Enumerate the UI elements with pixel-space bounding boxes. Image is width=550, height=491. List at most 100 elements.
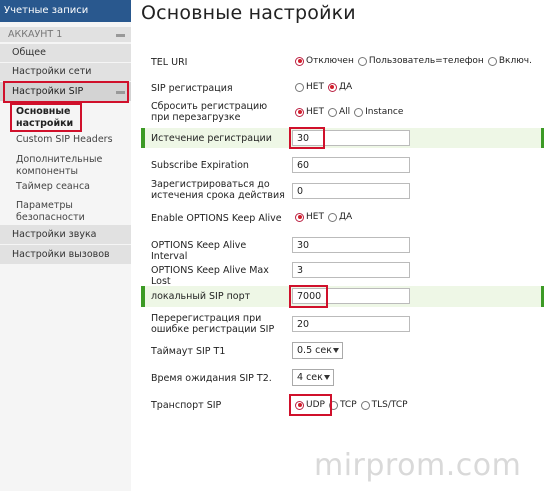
sidebar-item-network[interactable]: Настройки сети: [0, 63, 131, 81]
sidebar-item-audio[interactable]: Настройки звука: [0, 225, 131, 244]
sidebar-item-basic[interactable]: Основные настройки: [0, 106, 100, 130]
radio-label: All: [338, 107, 351, 117]
wait-t2-select[interactable]: 4 сек: [292, 369, 334, 386]
radio-button[interactable]: [295, 56, 304, 66]
radio-label: НЕТ: [306, 82, 324, 92]
row-options-interval: OPTIONS Keep Alive Interval 30: [141, 235, 544, 262]
sidebar-item-label: Параметры безопасности: [16, 200, 85, 223]
sip-registration-radio-group: НЕТ ДА: [295, 82, 356, 92]
radio-button[interactable]: [327, 212, 337, 222]
chevron-down-icon: [324, 375, 330, 380]
radio-button[interactable]: [360, 400, 370, 410]
radio-button[interactable]: [357, 56, 367, 66]
tel-uri-label: TEL URI: [151, 57, 188, 68]
chevron-down-icon: [333, 348, 339, 353]
radio-label: ДА: [338, 82, 353, 92]
radio-label: НЕТ: [306, 212, 324, 222]
radio-button[interactable]: [295, 400, 304, 410]
sidebar-item-sip[interactable]: Настройки SIP: [0, 82, 131, 101]
subscribe-expiration-label: Subscribe Expiration: [151, 160, 249, 171]
reregister-on-error-input[interactable]: 20: [292, 316, 410, 332]
sidebar-item-security[interactable]: Параметры безопасности: [0, 200, 100, 224]
transport-label: Транспорт SIP: [151, 400, 222, 411]
sidebar-item-label: Настройки SIP: [12, 86, 84, 97]
local-sip-port-input[interactable]: 7000: [292, 288, 410, 304]
radio-label: НЕТ: [306, 107, 324, 117]
sidebar-item-label: Основные настройки: [16, 106, 74, 129]
register-before-expiry-input[interactable]: 0: [292, 183, 410, 199]
radio-label: Пользователь=телефон: [368, 56, 484, 66]
sidebar-item-label: Таймер сеанса: [16, 181, 91, 192]
radio-label: Instance: [365, 107, 404, 117]
row-wait-t2: Время ожидания SIP T2. 4 сек: [141, 367, 544, 389]
radio-label: UDP: [306, 400, 325, 410]
page-title: Основные настройки: [141, 2, 356, 24]
row-tel-uri: TEL URI Отключен Пользователь=телефон Вк…: [141, 52, 544, 72]
sidebar-account-label: АККАУНТ 1: [8, 29, 63, 40]
sidebar-item-label: Настройки сети: [12, 66, 92, 77]
radio-label: TCP: [339, 400, 357, 410]
wait-t2-label: Время ожидания SIP T2.: [151, 373, 272, 384]
row-reregister-on-error: Перерегистрация при ошибке регистрации S…: [141, 311, 544, 337]
radio-button[interactable]: [354, 107, 364, 117]
radio-button[interactable]: [327, 107, 337, 117]
options-interval-input[interactable]: 30: [292, 237, 410, 253]
row-transport: Транспорт SIP UDP TCP TLS/TCP: [141, 395, 544, 417]
sidebar-item-label: Custom SIP Headers: [16, 134, 113, 145]
radio-button[interactable]: [295, 82, 304, 92]
radio-button[interactable]: [327, 82, 337, 92]
row-subscribe-expiration: Subscribe Expiration 60: [141, 155, 544, 175]
reg-expiration-input[interactable]: 30: [292, 130, 410, 146]
sidebar-header: Учетные записи: [0, 0, 131, 22]
radio-button[interactable]: [328, 400, 338, 410]
sidebar-item-label: Дополнительные компоненты: [16, 154, 103, 177]
sidebar-item-general[interactable]: Общее: [0, 44, 131, 62]
row-sip-registration: SIP регистрация НЕТ ДА: [141, 78, 544, 98]
reset-on-reboot-radio-group: НЕТ All Instance: [295, 107, 407, 117]
row-options-max-lost: OPTIONS Keep Alive Max Lost 3: [141, 260, 544, 287]
row-register-before-expiry: Зарегистрироваться до истечения срока де…: [141, 177, 544, 205]
transport-radio-group: UDP TCP TLS/TCP: [295, 400, 412, 410]
sidebar-account[interactable]: АККАУНТ 1: [0, 27, 131, 42]
row-local-sip-port: локальный SIP порт 7000: [141, 286, 544, 307]
radio-label: ДА: [338, 212, 353, 222]
radio-button[interactable]: [487, 56, 497, 66]
radio-button[interactable]: [295, 107, 304, 117]
reg-expiration-label: Истечение регистрации: [151, 133, 272, 144]
radio-button[interactable]: [295, 212, 304, 222]
radio-label: Отключен: [306, 56, 354, 66]
row-options-keepalive: Enable OPTIONS Keep Alive НЕТ ДА: [141, 208, 544, 228]
subscribe-expiration-input[interactable]: 60: [292, 157, 410, 173]
watermark: mirprom.com: [314, 448, 522, 483]
sip-registration-label: SIP регистрация: [151, 83, 233, 94]
sidebar-item-label: Настройки звука: [12, 229, 97, 240]
register-before-expiry-label: Зарегистрироваться до истечения срока де…: [151, 179, 285, 201]
collapse-icon[interactable]: [116, 90, 125, 94]
radio-label: Включ.: [498, 56, 532, 66]
options-interval-label: OPTIONS Keep Alive Interval: [151, 240, 247, 262]
collapse-icon[interactable]: [116, 33, 125, 37]
sidebar-item-session-timer[interactable]: Таймер сеанса: [0, 181, 131, 195]
sidebar-item-calls[interactable]: Настройки вызовов: [0, 245, 131, 264]
row-timeout-t1: Таймаут SIP T1 0.5 сек: [141, 340, 544, 362]
timeout-t1-select[interactable]: 0.5 сек: [292, 342, 343, 359]
reset-on-reboot-label: Сбросить регистрацию при перезагрузке: [151, 101, 268, 123]
sidebar-item-custom-headers[interactable]: Custom SIP Headers: [0, 134, 131, 148]
sidebar-item-components[interactable]: Дополнительные компоненты: [0, 154, 110, 178]
options-keepalive-label: Enable OPTIONS Keep Alive: [151, 213, 282, 224]
radio-label: TLS/TCP: [371, 400, 408, 410]
sidebar: Учетные записи АККАУНТ 1 Общее Настройки…: [0, 0, 131, 491]
options-max-lost-label: OPTIONS Keep Alive Max Lost: [151, 265, 269, 287]
sidebar-item-label: Общее: [12, 47, 46, 58]
timeout-t1-label: Таймаут SIP T1: [151, 346, 226, 357]
timeout-t1-value: 0.5 сек: [297, 345, 332, 356]
tel-uri-radio-group: Отключен Пользователь=телефон Включ.: [295, 56, 536, 66]
row-reg-expiration: Истечение регистрации 30: [141, 128, 544, 148]
local-sip-port-label: локальный SIP порт: [151, 291, 251, 302]
sidebar-item-label: Настройки вызовов: [12, 249, 110, 260]
options-max-lost-input[interactable]: 3: [292, 262, 410, 278]
wait-t2-value: 4 сек: [297, 372, 323, 383]
options-keepalive-radio-group: НЕТ ДА: [295, 212, 356, 222]
reregister-on-error-label: Перерегистрация при ошибке регистрации S…: [151, 313, 275, 335]
row-reset-on-reboot: Сбросить регистрацию при перезагрузке НЕ…: [141, 100, 544, 124]
